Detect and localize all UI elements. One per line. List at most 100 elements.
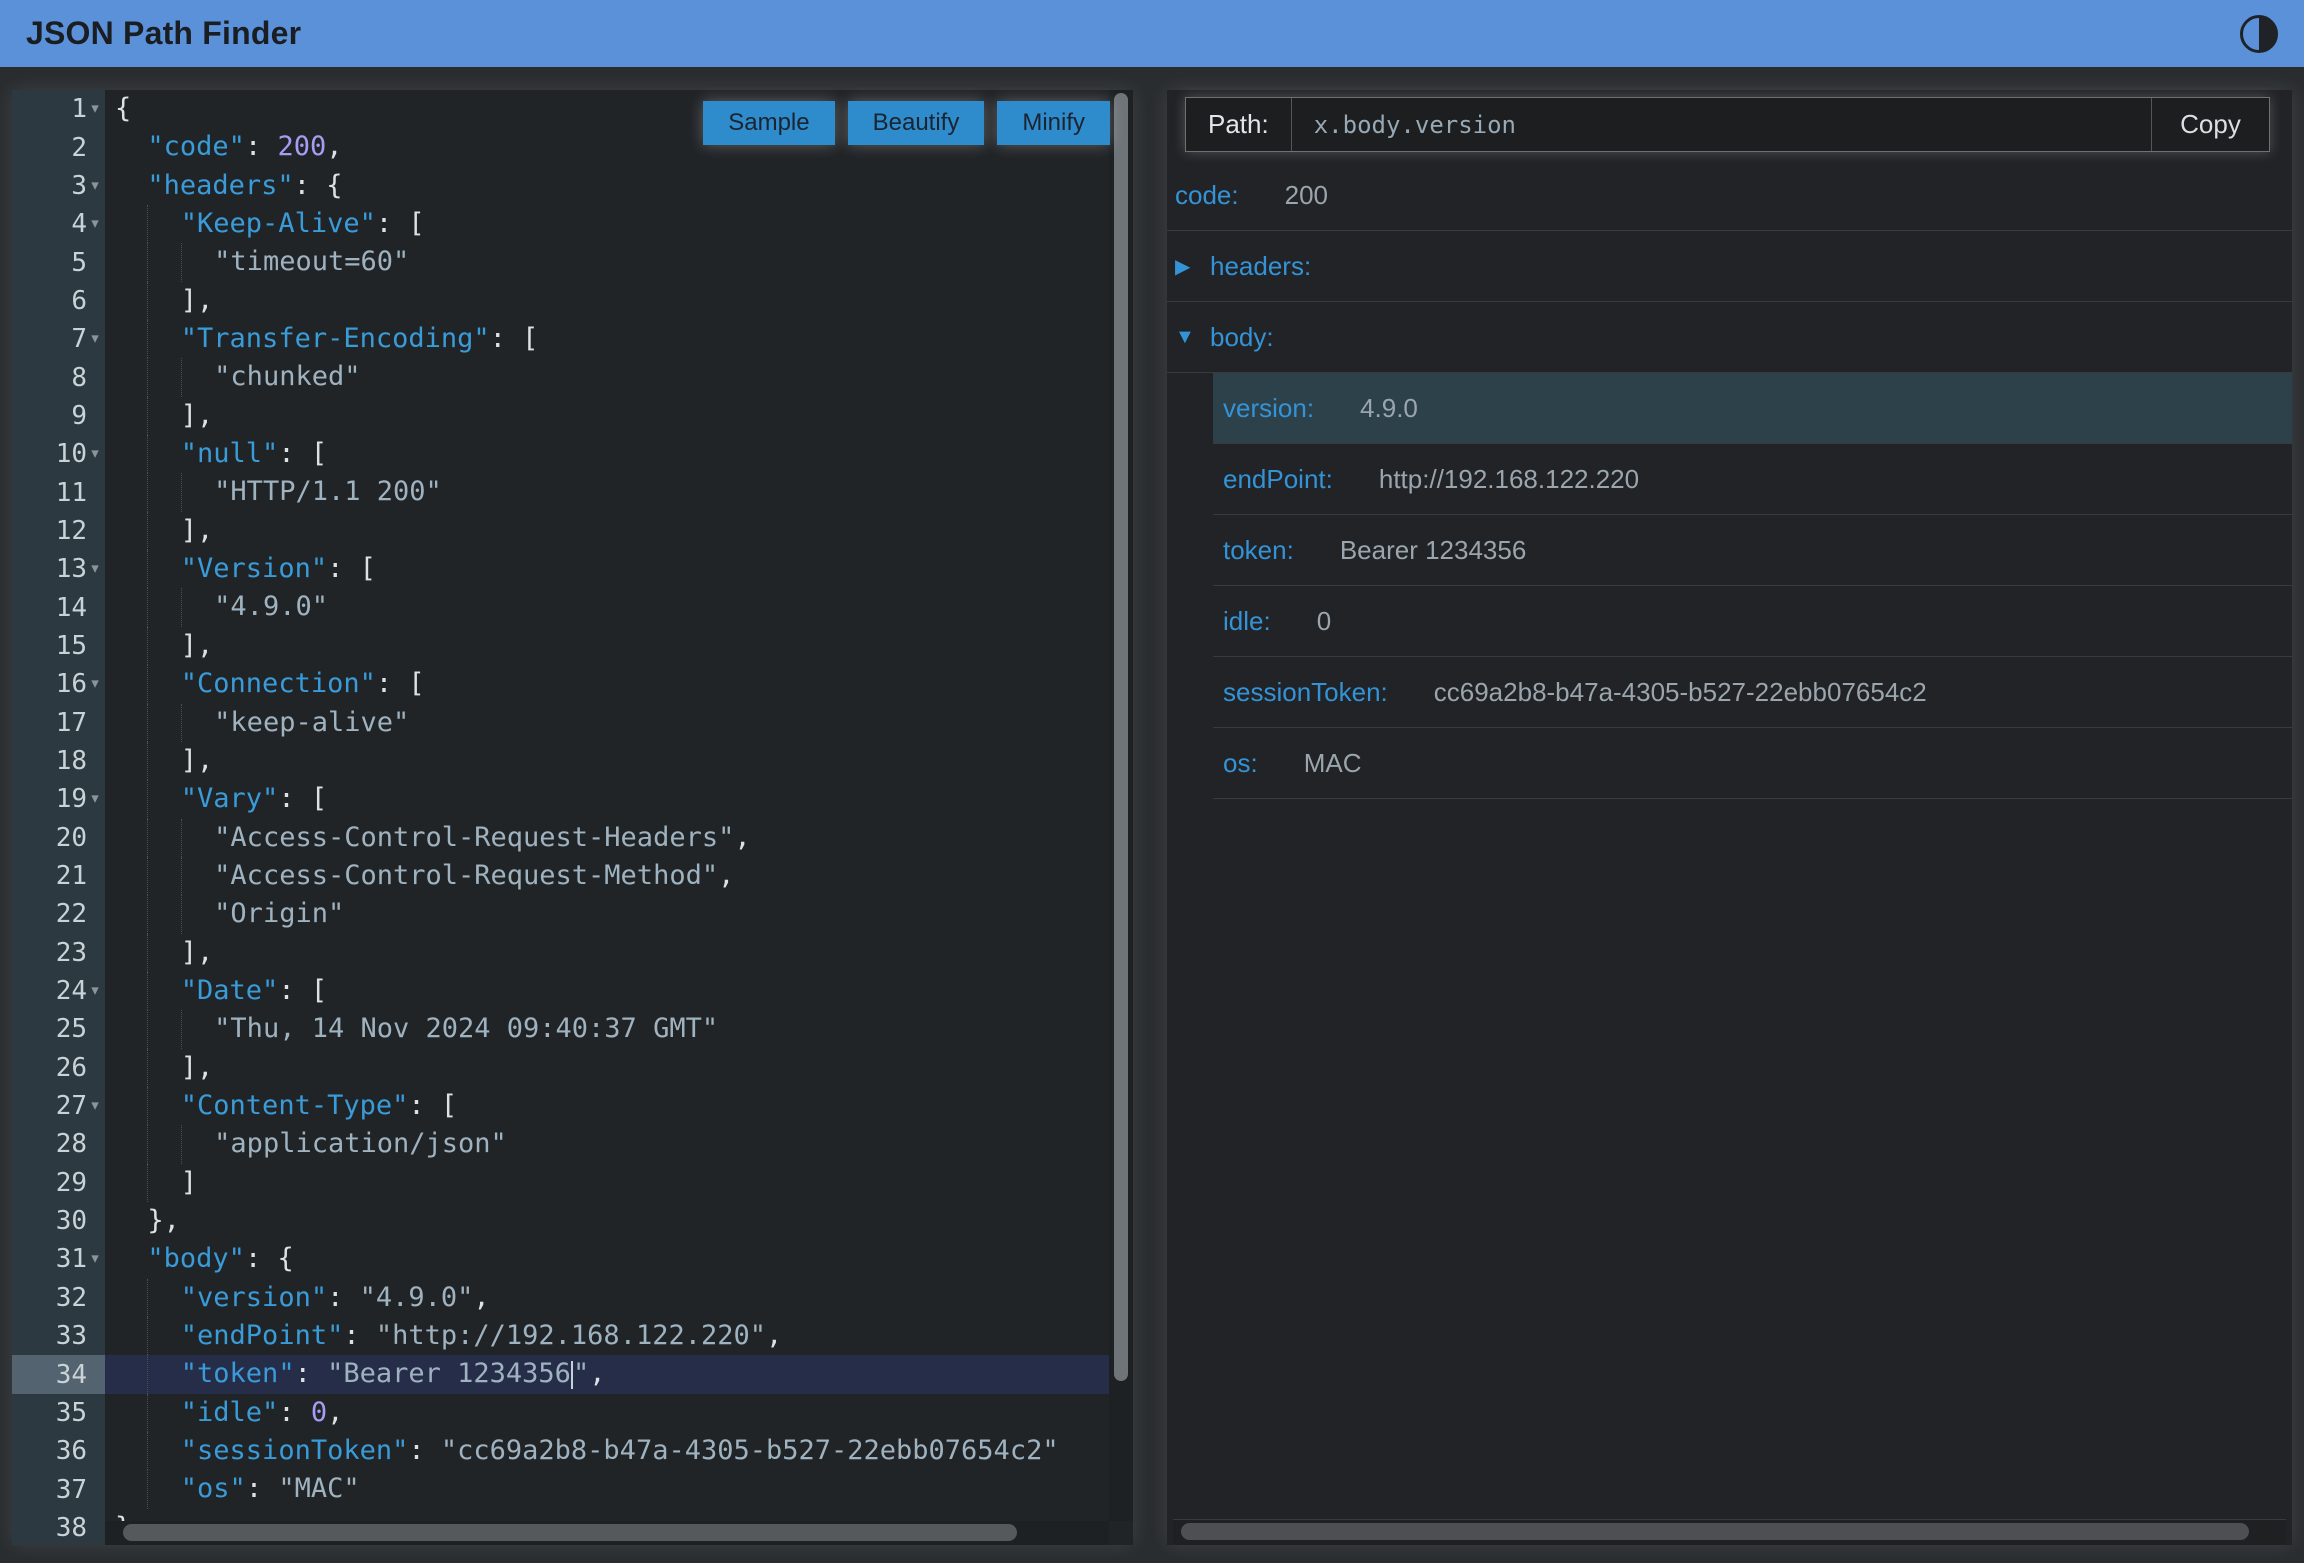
fold-arrow-icon[interactable]: ▾ [87, 972, 103, 1010]
editor-line[interactable]: 8"chunked" [12, 358, 1109, 396]
fold-arrow-icon[interactable]: ▾ [87, 320, 103, 358]
editor-line[interactable]: 9], [12, 397, 1109, 435]
indent-guide [147, 704, 180, 742]
theme-toggle-icon[interactable] [2240, 15, 2278, 53]
editor-line[interactable]: 31▾"body": { [12, 1240, 1109, 1278]
indent-guide [147, 358, 180, 396]
line-number: 36 [56, 1436, 87, 1466]
editor-line[interactable]: 4▾"Keep-Alive": [ [12, 205, 1109, 243]
editor-body[interactable]: 1▾{2"code": 200,3▾"headers": {4▾"Keep-Al… [12, 90, 1109, 1545]
tree-row-os[interactable]: os:MAC [1167, 728, 2292, 799]
editor-line[interactable]: 30}, [12, 1202, 1109, 1240]
token-key: "null" [181, 435, 279, 473]
inspector-scroll-thumb[interactable] [1181, 1523, 2249, 1540]
vertical-scroll-thumb[interactable] [1114, 93, 1128, 1381]
editor-line[interactable]: 23], [12, 934, 1109, 972]
editor-line[interactable]: 17"keep-alive" [12, 704, 1109, 742]
editor-line[interactable]: 15], [12, 627, 1109, 665]
fold-arrow-icon[interactable]: ▾ [87, 780, 103, 818]
line-number: 26 [56, 1053, 87, 1083]
fold-arrow-icon[interactable]: ▾ [87, 90, 103, 128]
fold-arrow-icon[interactable]: ▾ [87, 665, 103, 703]
editor-line[interactable]: 25"Thu, 14 Nov 2024 09:40:37 GMT" [12, 1010, 1109, 1048]
tree-value: MAC [1304, 748, 1362, 779]
editor-line[interactable]: 35"idle": 0, [12, 1394, 1109, 1432]
tree-row-code[interactable]: code:200 [1167, 160, 2292, 231]
tree-row-sessionToken[interactable]: sessionToken:cc69a2b8-b47a-4305-b527-22e… [1167, 657, 2292, 728]
editor-line[interactable]: 14"4.9.0" [12, 588, 1109, 626]
editor-line[interactable]: 33"endPoint": "http://192.168.122.220", [12, 1317, 1109, 1355]
editor-line[interactable]: 20"Access-Control-Request-Headers", [12, 819, 1109, 857]
editor-line[interactable]: 6], [12, 282, 1109, 320]
editor-line[interactable]: 3▾"headers": { [12, 167, 1109, 205]
editor-line[interactable]: 37"os": "MAC" [12, 1470, 1109, 1508]
collapse-arrow-icon[interactable]: ▼ [1175, 326, 1201, 349]
fold-arrow-icon[interactable]: ▾ [87, 167, 103, 205]
code-line: "Access-Control-Request-Headers", [105, 819, 1109, 857]
editor-vertical-scrollbar[interactable] [1109, 90, 1133, 1521]
fold-arrow-icon[interactable]: ▾ [87, 435, 103, 473]
editor-line[interactable]: 19▾"Vary": [ [12, 780, 1109, 818]
token-key: "code" [147, 128, 245, 166]
editor-line[interactable]: 13▾"Version": [ [12, 550, 1109, 588]
tree-row-endPoint[interactable]: endPoint:http://192.168.122.220 [1167, 444, 2292, 515]
fold-arrow-icon[interactable]: ▾ [87, 1087, 103, 1125]
fold-arrow-icon[interactable]: ▾ [87, 1240, 103, 1278]
token-string: "timeout=60" [214, 243, 409, 281]
code-line: "timeout=60" [105, 243, 1109, 281]
line-number: 13 [56, 554, 87, 584]
token-punctuation: ], [181, 934, 214, 972]
line-number-cell: 12 [12, 512, 105, 550]
copy-button[interactable]: Copy [2151, 98, 2269, 151]
token-string: "Access-Control-Request-Method" [214, 857, 718, 895]
editor-line[interactable]: 36"sessionToken": "cc69a2b8-b47a-4305-b5… [12, 1432, 1109, 1470]
fold-arrow-icon[interactable]: ▾ [87, 205, 103, 243]
line-number: 8 [71, 363, 87, 393]
beautify-button[interactable]: Beautify [848, 101, 985, 145]
path-input[interactable]: x.body.version [1292, 98, 2151, 151]
tree-row-token[interactable]: token:Bearer 1234356 [1167, 515, 2292, 586]
line-number-cell: 28 [12, 1125, 105, 1163]
tree-row-headers[interactable]: ▶headers: [1167, 231, 2292, 302]
editor-line[interactable]: 7▾"Transfer-Encoding": [ [12, 320, 1109, 358]
editor-line[interactable]: 18], [12, 742, 1109, 780]
editor-line[interactable]: 16▾"Connection": [ [12, 665, 1109, 703]
editor-line[interactable]: 11"HTTP/1.1 200" [12, 473, 1109, 511]
tree-row-version[interactable]: version:4.9.0 [1167, 373, 2292, 444]
editor-line[interactable]: 32"version": "4.9.0", [12, 1279, 1109, 1317]
expand-arrow-icon[interactable]: ▶ [1175, 254, 1201, 279]
editor-line[interactable]: 29] [12, 1164, 1109, 1202]
tree-row-body[interactable]: ▼body: [1167, 302, 2292, 373]
editor-line[interactable]: 26], [12, 1049, 1109, 1087]
line-number-cell: 16▾ [12, 665, 105, 703]
editor-line[interactable]: 34"token": "Bearer 1234356", [12, 1355, 1109, 1393]
editor-horizontal-scrollbar[interactable] [105, 1521, 1109, 1545]
minify-button[interactable]: Minify [997, 101, 1110, 145]
tree-row-idle[interactable]: idle:0 [1167, 586, 2292, 657]
editor-line[interactable]: 12], [12, 512, 1109, 550]
editor-line[interactable]: 24▾"Date": [ [12, 972, 1109, 1010]
token-string: "Thu, 14 Nov 2024 09:40:37 GMT" [214, 1010, 718, 1048]
line-number-cell: 18 [12, 742, 105, 780]
editor-line[interactable]: 27▾"Content-Type": [ [12, 1087, 1109, 1125]
editor-line[interactable]: 5"timeout=60" [12, 243, 1109, 281]
horizontal-scroll-thumb[interactable] [123, 1524, 1017, 1541]
fold-arrow-icon[interactable]: ▾ [87, 550, 103, 588]
token-punctuation: : [327, 1279, 360, 1317]
line-number: 35 [56, 1398, 87, 1428]
sample-button[interactable]: Sample [703, 101, 834, 145]
indent-guide [181, 1010, 214, 1048]
editor-line[interactable]: 22"Origin" [12, 895, 1109, 933]
token-key: "Keep-Alive" [181, 205, 376, 243]
line-number: 22 [56, 899, 87, 929]
indent [115, 627, 147, 665]
inspector-horizontal-scrollbar[interactable] [1173, 1519, 2286, 1545]
editor-line[interactable]: 10▾"null": [ [12, 435, 1109, 473]
indent [115, 128, 147, 166]
token-key: "Connection" [181, 665, 376, 703]
token-punctuation: : [295, 1355, 328, 1393]
indent-guide [147, 1049, 180, 1087]
line-number-cell: 31▾ [12, 1240, 105, 1278]
editor-line[interactable]: 21"Access-Control-Request-Method", [12, 857, 1109, 895]
editor-line[interactable]: 28"application/json" [12, 1125, 1109, 1163]
